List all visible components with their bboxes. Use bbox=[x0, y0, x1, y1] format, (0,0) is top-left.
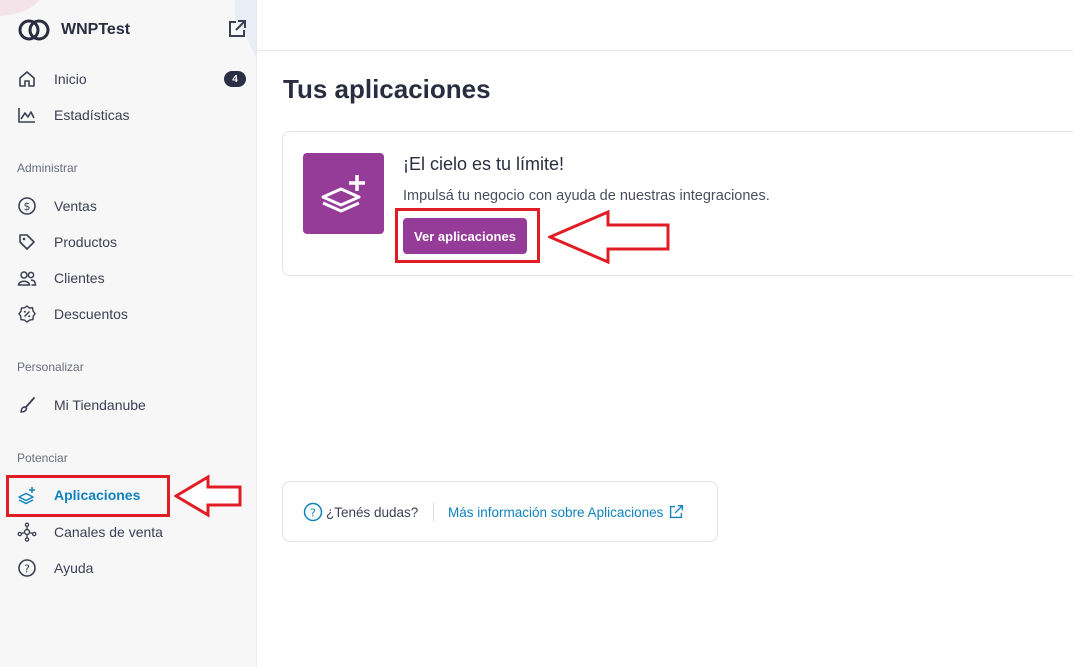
sidebar-item-estadisticas[interactable]: Estadísticas bbox=[16, 101, 246, 129]
chart-icon bbox=[16, 104, 38, 126]
sidebar-item-ventas[interactable]: $ Ventas bbox=[16, 192, 246, 220]
more-info-link[interactable]: Más información sobre Aplicaciones bbox=[448, 502, 685, 522]
section-title-potenciar: Potenciar bbox=[17, 451, 68, 465]
external-link-icon bbox=[670, 505, 684, 519]
page-title: Tus aplicaciones bbox=[283, 74, 491, 104]
annotation-arrow-aplicaciones bbox=[174, 474, 242, 518]
sidebar-item-label: Estadísticas bbox=[54, 107, 130, 123]
sidebar-item-mi-tiendanube[interactable]: Mi Tiendanube bbox=[16, 391, 246, 419]
annotation-arrow-button bbox=[548, 209, 670, 265]
sidebar-item-productos[interactable]: Productos bbox=[16, 228, 246, 256]
store-name: WNPTest bbox=[61, 21, 131, 38]
sidebar-item-label: Descuentos bbox=[54, 306, 128, 322]
section-title-personalizar: Personalizar bbox=[17, 360, 84, 374]
divider bbox=[433, 502, 434, 522]
promo-title: ¡El cielo es tu límite! bbox=[403, 154, 565, 174]
sidebar-item-label: Ventas bbox=[54, 198, 97, 214]
sidebar: WNPTest Inicio 4 Estadísticas Administra… bbox=[0, 0, 257, 667]
sidebar-item-inicio[interactable]: Inicio 4 bbox=[16, 65, 246, 93]
channels-icon bbox=[16, 521, 38, 543]
sidebar-item-label: Clientes bbox=[54, 270, 105, 286]
sidebar-item-label: Mi Tiendanube bbox=[54, 397, 146, 413]
question-circle-icon: ? bbox=[303, 502, 323, 522]
svg-text:?: ? bbox=[310, 506, 316, 519]
sidebar-item-label: Ayuda bbox=[54, 560, 94, 576]
sidebar-item-canales-de-venta[interactable]: Canales de venta bbox=[16, 518, 246, 546]
sidebar-item-clientes[interactable]: Clientes bbox=[16, 264, 246, 292]
sidebar-item-label: Canales de venta bbox=[54, 524, 163, 540]
dollar-icon: $ bbox=[16, 195, 38, 217]
annotation-highlight-aplicaciones bbox=[6, 475, 170, 517]
percent-badge-icon bbox=[16, 303, 38, 325]
store-header: WNPTest bbox=[17, 16, 247, 44]
svg-text:$: $ bbox=[24, 200, 31, 213]
annotation-highlight-button bbox=[395, 208, 540, 263]
top-bar bbox=[258, 0, 1073, 51]
sidebar-item-label: Productos bbox=[54, 234, 118, 250]
brush-icon bbox=[16, 394, 38, 416]
help-question: ? ¿Tenés dudas? bbox=[303, 502, 418, 522]
home-icon bbox=[16, 68, 38, 90]
sidebar-item-ayuda[interactable]: ? Ayuda bbox=[16, 554, 246, 582]
external-link-icon[interactable] bbox=[227, 19, 247, 39]
promo-description: Impulsá tu negocio con ayuda de nuestras… bbox=[403, 188, 770, 204]
help-card: ? ¿Tenés dudas? Más información sobre Ap… bbox=[282, 481, 718, 542]
apps-layers-icon bbox=[303, 153, 384, 234]
more-info-link-text[interactable]: Más información sobre Aplicaciones bbox=[448, 505, 663, 520]
question-icon: ? bbox=[16, 557, 38, 579]
users-icon bbox=[16, 267, 38, 289]
sidebar-item-descuentos[interactable]: Descuentos bbox=[16, 300, 246, 328]
notification-badge: 4 bbox=[224, 71, 246, 87]
svg-text:?: ? bbox=[24, 562, 30, 575]
tag-icon bbox=[16, 231, 38, 253]
help-question-text: ¿Tenés dudas? bbox=[326, 504, 419, 520]
tiendanube-logo-icon bbox=[17, 16, 51, 44]
section-title-administrar: Administrar bbox=[17, 161, 78, 175]
sidebar-item-label: Inicio bbox=[54, 71, 87, 87]
